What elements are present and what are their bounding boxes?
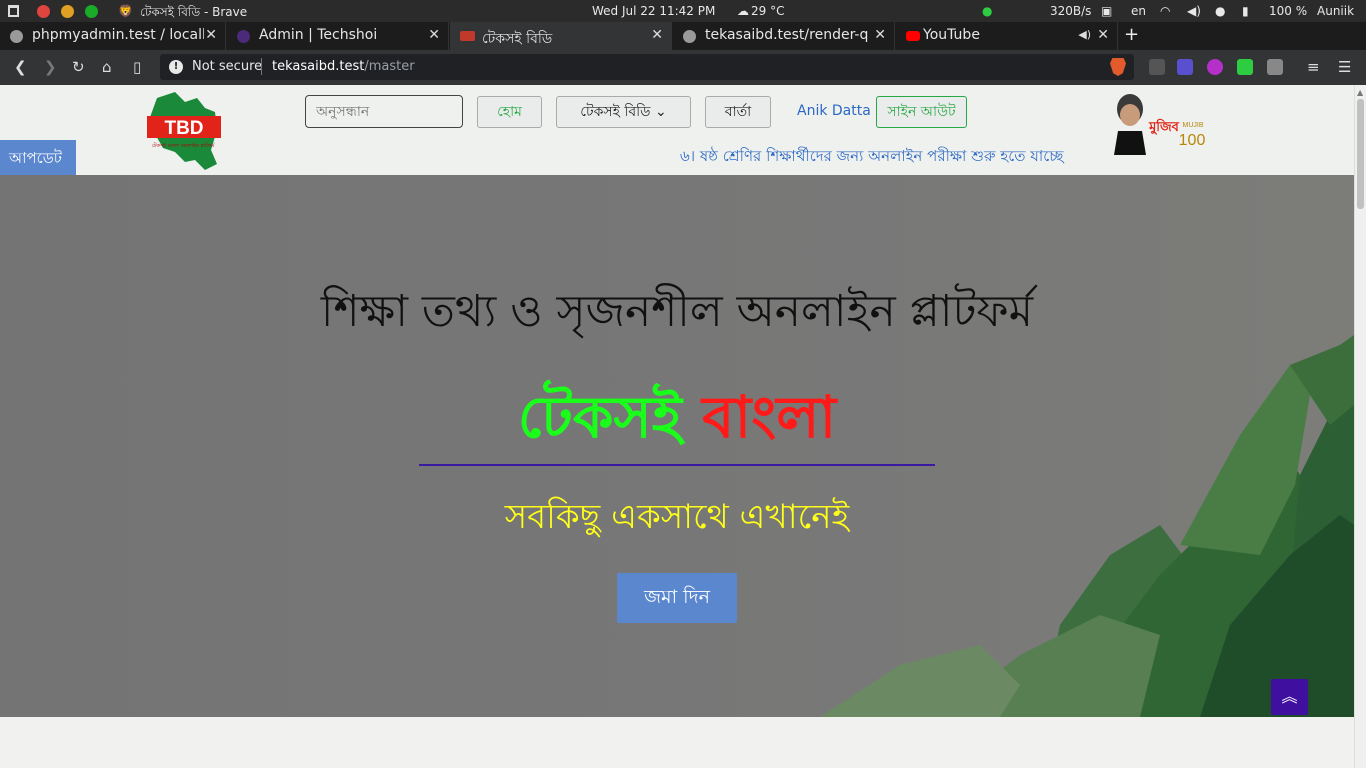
net-speed: 320B/s bbox=[1050, 4, 1092, 18]
home-button[interactable]: হোম bbox=[477, 96, 542, 128]
close-tab-icon[interactable]: ✕ bbox=[874, 27, 886, 43]
reload-icon[interactable]: ↻ bbox=[72, 58, 85, 76]
update-badge: আপডেট bbox=[0, 140, 76, 175]
techshoi-favicon-icon bbox=[237, 30, 250, 43]
extension-icon[interactable] bbox=[1237, 59, 1253, 75]
hero-tagline: সবকিছু একসাথে এখানেই bbox=[504, 497, 850, 537]
tab-title: phpmyadmin.test / localho bbox=[32, 27, 204, 43]
tab-admin-techshoi[interactable]: Admin | Techshoi ✕ bbox=[227, 22, 449, 50]
news-ticker[interactable]: ৬। ষষ্ঠ শ্রেণির শিক্ষার্থীদের জন্য অনলাই… bbox=[680, 145, 1066, 169]
url-path: /master bbox=[364, 59, 415, 74]
address-bar[interactable]: ! Not secure tekasaibd.test/master bbox=[160, 54, 1134, 80]
battery-level: 100 % bbox=[1269, 4, 1308, 18]
tab-title: tekasaibd.test/render-que bbox=[705, 27, 869, 43]
tab-title: YouTube bbox=[923, 27, 980, 43]
divider bbox=[261, 58, 262, 75]
scroll-to-top-button[interactable]: ︽ bbox=[1271, 679, 1308, 715]
hero-banner: শিক্ষা তথ্য ও সৃজনশীল অনলাইন প্লাটফর্ম ট… bbox=[0, 175, 1354, 717]
tab-tekasai-bd[interactable]: টেকসই বিডি ✕ bbox=[450, 22, 672, 50]
keyboard-lang[interactable]: en bbox=[1131, 4, 1146, 18]
zotero-icon[interactable] bbox=[1177, 59, 1193, 75]
app-menu-icon[interactable] bbox=[8, 5, 19, 17]
hero-brand-red: বাংলা bbox=[702, 383, 837, 451]
tab-youtube[interactable]: YouTube ◀) ✕ bbox=[896, 22, 1118, 50]
tab-phpmyadmin[interactable]: phpmyadmin.test / localho ✕ bbox=[0, 22, 226, 50]
volume-icon[interactable]: ◀) bbox=[1187, 4, 1201, 18]
close-tab-icon[interactable]: ✕ bbox=[428, 27, 440, 43]
brand-dropdown-button[interactable]: টেকসই বিডি ⌄ bbox=[556, 96, 691, 128]
mujib-number: 100 bbox=[1179, 132, 1205, 149]
hero-divider bbox=[419, 464, 935, 466]
tab-strip: phpmyadmin.test / localho ✕ Admin | Tech… bbox=[0, 22, 1366, 50]
info-icon[interactable]: ! bbox=[169, 60, 183, 74]
weather-icon: ☁ bbox=[737, 4, 749, 18]
logo-text: TBD bbox=[164, 118, 203, 139]
sign-out-button[interactable]: সাইন আউট bbox=[876, 96, 967, 128]
site-header: TBD টেকসই বাংলা অনলাইন প্লাটফর্ম হোম টেক… bbox=[0, 85, 1354, 175]
tbd-logo[interactable]: TBD টেকসই বাংলা অনলাইন প্লাটফর্ম bbox=[145, 90, 225, 172]
playlist-icon[interactable]: ≡ bbox=[1307, 58, 1320, 76]
user-name[interactable]: Auniik bbox=[1317, 4, 1354, 18]
window-title: টেকসই বিডি - Brave bbox=[140, 5, 248, 19]
hero-title: শিক্ষা তথ্য ও সৃজনশীল অনলাইন প্লাটফর্ম bbox=[320, 286, 1034, 337]
navigation-bar: ❮ ❯ ↻ ⌂ ▯ ! Not secure tekasaibd.test/ma… bbox=[0, 50, 1366, 85]
logo-tagline: টেকসই বাংলা অনলাইন প্লাটফর্ম bbox=[152, 142, 216, 149]
forward-icon[interactable]: ❯ bbox=[44, 58, 57, 76]
home-icon[interactable]: ⌂ bbox=[102, 58, 112, 76]
tab-title: Admin | Techshoi bbox=[259, 27, 378, 43]
tbd-favicon-icon bbox=[460, 31, 475, 41]
search-input[interactable] bbox=[305, 95, 463, 128]
hero-brand: টেকসই বাংলা bbox=[0, 373, 1354, 470]
audio-playing-icon[interactable]: ◀) bbox=[1078, 28, 1091, 41]
mujib-100-logo: মুজিব MUJIB 100 bbox=[1114, 94, 1205, 155]
extension-icon[interactable] bbox=[1149, 59, 1165, 75]
close-tab-icon[interactable]: ✕ bbox=[651, 27, 663, 43]
chevron-down-icon: ⌄ bbox=[654, 104, 667, 120]
camera-icon[interactable]: ▣ bbox=[1101, 4, 1112, 18]
close-tab-icon[interactable]: ✕ bbox=[1097, 27, 1109, 43]
globe-icon bbox=[683, 30, 696, 43]
url-text[interactable]: tekasaibd.test/master bbox=[272, 59, 415, 74]
page-scrollbar[interactable]: ▲ bbox=[1354, 85, 1366, 768]
maximize-window-button[interactable] bbox=[85, 5, 98, 18]
close-tab-icon[interactable]: ✕ bbox=[205, 27, 217, 43]
user-profile-link[interactable]: Anik Datta bbox=[797, 103, 871, 119]
scroll-up-arrow-icon[interactable]: ▲ bbox=[1357, 88, 1363, 97]
close-window-button[interactable] bbox=[37, 5, 50, 18]
brave-icon-small: 🦁 bbox=[118, 4, 133, 18]
youtube-icon bbox=[906, 31, 920, 41]
wifi-icon[interactable]: ◠ bbox=[1160, 4, 1170, 18]
mujib-text: মুজিব bbox=[1148, 118, 1180, 136]
new-tab-button[interactable]: + bbox=[1124, 24, 1139, 45]
url-host: tekasaibd.test bbox=[272, 59, 365, 74]
page-section-below bbox=[0, 717, 1354, 768]
extension-icon[interactable] bbox=[1207, 59, 1223, 75]
extension-icon[interactable] bbox=[1267, 59, 1283, 75]
double-chevron-up-icon: ︽ bbox=[1281, 687, 1298, 706]
check-icon[interactable]: ● bbox=[982, 4, 992, 18]
minimize-window-button[interactable] bbox=[61, 5, 74, 18]
hero-brand-green: টেকসই bbox=[517, 383, 682, 451]
scrollbar-thumb[interactable] bbox=[1357, 99, 1364, 209]
news-button[interactable]: বার্তা bbox=[705, 96, 771, 128]
submit-button[interactable]: জমা দিন bbox=[617, 573, 737, 623]
clock[interactable]: Wed Jul 22 11:42 PM bbox=[592, 4, 715, 18]
bookmark-icon[interactable]: ▯ bbox=[133, 58, 141, 76]
mujib-sub: MUJIB bbox=[1183, 122, 1204, 129]
back-icon[interactable]: ❮ bbox=[14, 58, 27, 76]
mic-icon[interactable]: ● bbox=[1215, 4, 1225, 18]
tab-title: টেকসই বিডি bbox=[482, 31, 553, 47]
globe-icon bbox=[10, 30, 23, 43]
weather[interactable]: 29 °C bbox=[751, 4, 784, 18]
brand-dropdown-label: টেকসই বিডি bbox=[580, 104, 651, 120]
tab-render-question[interactable]: tekasaibd.test/render-que ✕ bbox=[673, 22, 895, 50]
os-top-bar: 🦁 টেকসই বিডি - Brave Wed Jul 22 11:42 PM… bbox=[0, 0, 1366, 22]
security-label[interactable]: Not secure bbox=[192, 59, 262, 74]
battery-icon[interactable]: ▮ bbox=[1242, 4, 1249, 18]
menu-icon[interactable]: ☰ bbox=[1338, 58, 1351, 76]
